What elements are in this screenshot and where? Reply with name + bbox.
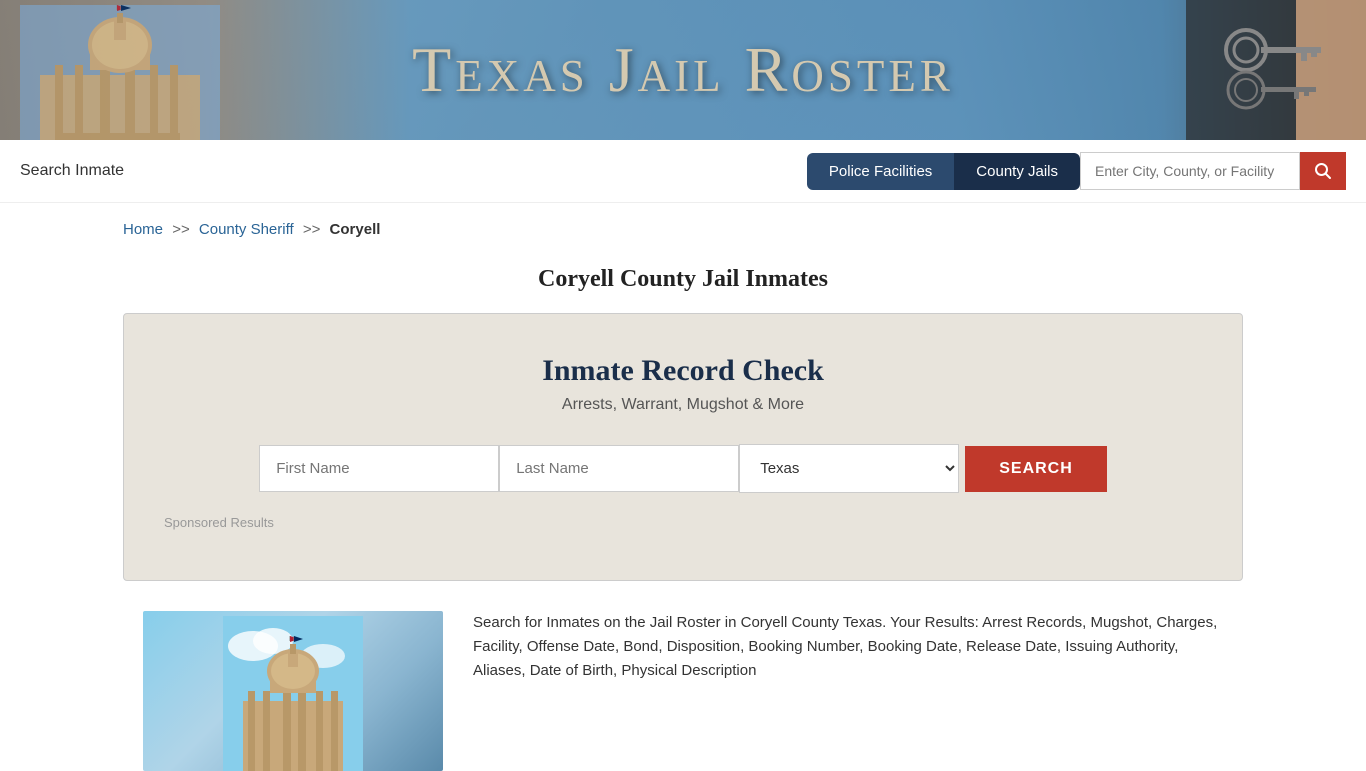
facility-search-button[interactable] — [1300, 152, 1346, 190]
state-select[interactable]: Texas Alabama Alaska Arizona Arkansas Ca… — [739, 444, 959, 493]
record-check-subtitle: Arrests, Warrant, Mugshot & More — [164, 396, 1202, 414]
breadcrumb-home[interactable]: Home — [123, 221, 163, 238]
keys-image — [1186, 0, 1366, 140]
last-name-input[interactable] — [499, 445, 739, 492]
bottom-section: Search for Inmates on the Jail Roster in… — [123, 611, 1243, 771]
first-name-input[interactable] — [259, 445, 499, 492]
bottom-description: Search for Inmates on the Jail Roster in… — [473, 611, 1223, 683]
header-banner: Texas Jail Roster — [0, 0, 1366, 140]
page-title: Coryell County Jail Inmates — [103, 256, 1263, 313]
capitol-image — [20, 5, 220, 140]
county-jails-button[interactable]: County Jails — [954, 153, 1080, 190]
breadcrumb-county-sheriff[interactable]: County Sheriff — [199, 221, 294, 238]
nav-bar: Search Inmate Police Facilities County J… — [0, 140, 1366, 203]
sponsored-results-label: Sponsored Results — [164, 515, 1202, 530]
record-check-title: Inmate Record Check — [164, 354, 1202, 388]
breadcrumb-current: Coryell — [330, 221, 381, 238]
breadcrumb: Home >> County Sheriff >> Coryell — [103, 203, 1263, 256]
search-inmate-label: Search Inmate — [20, 162, 124, 180]
search-icon — [1314, 162, 1332, 180]
police-facilities-button[interactable]: Police Facilities — [807, 153, 954, 190]
county-image — [143, 611, 443, 771]
breadcrumb-sep-2: >> — [303, 221, 321, 238]
breadcrumb-sep-1: >> — [172, 221, 190, 238]
record-check-box: Inmate Record Check Arrests, Warrant, Mu… — [123, 313, 1243, 581]
inmate-search-button[interactable]: SEARCH — [965, 446, 1107, 492]
site-title: Texas Jail Roster — [412, 33, 954, 107]
county-image-svg — [223, 616, 363, 771]
main-content: Home >> County Sheriff >> Coryell Coryel… — [83, 203, 1283, 771]
nav-controls: Police Facilities County Jails — [807, 152, 1346, 190]
facility-search-input[interactable] — [1080, 152, 1300, 190]
inmate-search-form: Texas Alabama Alaska Arizona Arkansas Ca… — [164, 444, 1202, 493]
